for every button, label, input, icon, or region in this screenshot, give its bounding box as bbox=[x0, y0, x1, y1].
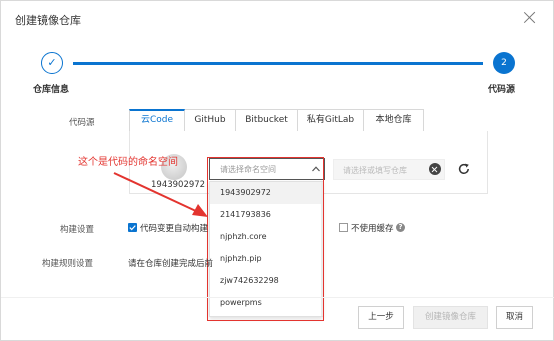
check-icon bbox=[129, 225, 136, 231]
namespace-select-placeholder: 请选择命名空间 bbox=[220, 165, 276, 174]
auto-build-label: 代码变更自动构建 bbox=[140, 224, 209, 234]
account-username: 1943902972 bbox=[151, 180, 206, 190]
step-1-check-icon: ✓ bbox=[41, 52, 63, 74]
build-rules-text: 请在仓库创建完成后前 bbox=[128, 259, 214, 269]
code-source-tabs: 云Code GitHub Bitbucket 私有GitLab 本地仓库 bbox=[129, 109, 424, 132]
namespace-option[interactable]: zjw742632298 bbox=[210, 270, 322, 292]
refresh-icon[interactable] bbox=[457, 162, 471, 176]
dropdown-scrollbar[interactable] bbox=[321, 182, 323, 316]
close-icon[interactable] bbox=[522, 10, 538, 26]
namespace-option[interactable]: njphzh.pip bbox=[210, 248, 322, 270]
footer-divider bbox=[1, 297, 554, 298]
step-1-label: 仓库信息 bbox=[33, 85, 70, 95]
build-rules-label: 构建规则设置 bbox=[42, 259, 94, 269]
code-source-label: 代码源 bbox=[69, 118, 95, 128]
prev-step-button[interactable]: 上一步 bbox=[358, 306, 404, 329]
help-icon[interactable]: ? bbox=[396, 223, 405, 232]
tab-yuncode[interactable]: 云Code bbox=[129, 109, 185, 132]
namespace-option[interactable]: 2141793836 bbox=[210, 204, 322, 226]
annotation-text: 这个是代码的命名空间 bbox=[78, 157, 178, 168]
tab-private-gitlab[interactable]: 私有GitLab bbox=[298, 109, 364, 132]
namespace-option[interactable]: 1943902972 bbox=[210, 182, 322, 204]
dialog-title: 创建镜像仓库 bbox=[15, 14, 81, 27]
create-repo-dialog: 创建镜像仓库 ✓ 2 仓库信息 代码源 代码源 构建设置 构建规则设置 云Cod… bbox=[0, 0, 554, 341]
auto-build-checkbox[interactable] bbox=[128, 223, 137, 232]
chevron-up-icon bbox=[312, 166, 320, 172]
cancel-button[interactable]: 取消 bbox=[496, 306, 533, 329]
namespace-option[interactable]: powerpms bbox=[210, 292, 322, 314]
namespace-select[interactable]: 请选择命名空间 bbox=[209, 158, 325, 180]
no-cache-label: 不使用缓存 bbox=[351, 224, 394, 234]
tab-bitbucket[interactable]: Bitbucket bbox=[236, 109, 298, 132]
build-settings-label: 构建设置 bbox=[60, 225, 95, 235]
no-cache-checkbox[interactable] bbox=[339, 223, 348, 232]
tab-local-repo[interactable]: 本地仓库 bbox=[364, 109, 424, 132]
tab-github[interactable]: GitHub bbox=[185, 109, 236, 132]
stepper-progress-line bbox=[73, 62, 483, 65]
create-repo-button[interactable]: 创建镜像仓库 bbox=[413, 306, 488, 329]
step-2-label: 代码源 bbox=[488, 85, 516, 95]
clear-icon[interactable] bbox=[429, 163, 441, 175]
repo-select-placeholder: 请选择或填写仓库 bbox=[343, 166, 407, 175]
namespace-option[interactable]: njphzh.core bbox=[210, 226, 322, 248]
step-2-marker: 2 bbox=[493, 52, 515, 74]
